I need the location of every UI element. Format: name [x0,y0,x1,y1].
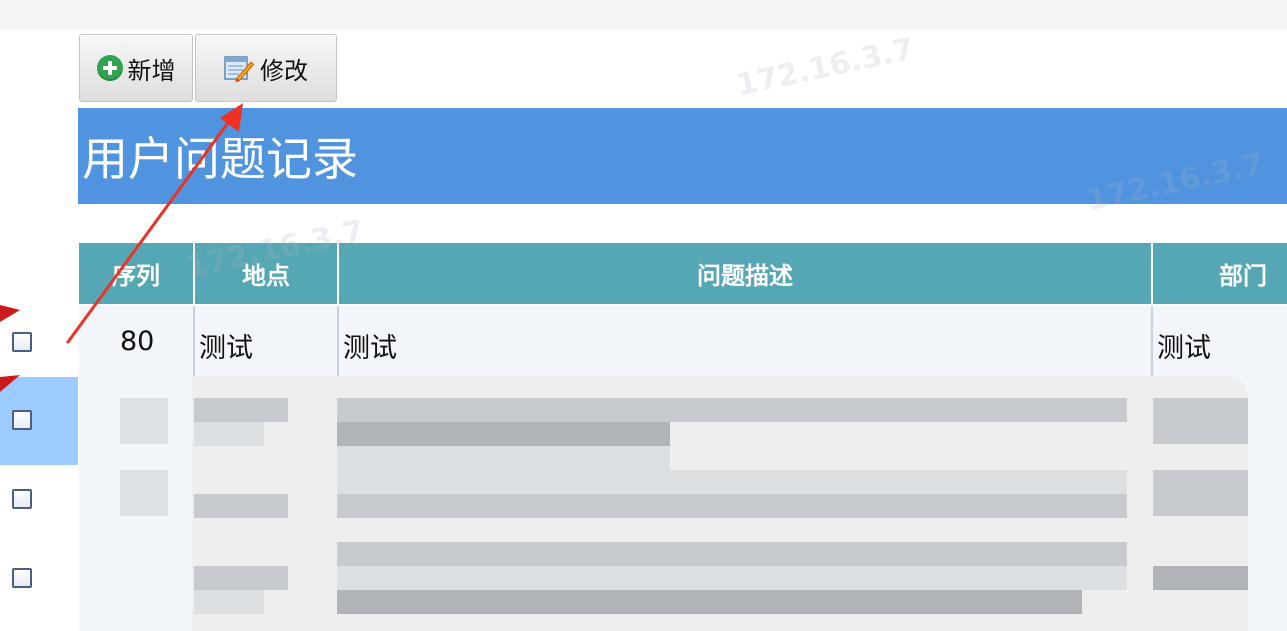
cell-location: 测试 [199,333,253,364]
row-checkbox[interactable] [12,410,32,430]
page-title-text: 用户问题记录 [82,132,358,186]
edit-form-icon [224,56,254,82]
redacted-block [337,566,1127,590]
row-checkbox[interactable] [12,568,32,588]
row-checkbox[interactable] [12,489,32,509]
redacted-block [120,398,168,444]
redacted-block [1153,470,1248,516]
add-button[interactable]: 新增 [79,34,193,102]
cell-department: 测试 [1157,333,1211,364]
column-header-location[interactable]: 地点 [195,243,337,304]
edit-button[interactable]: 修改 [195,34,337,102]
redacted-block [120,470,168,516]
redacted-block [337,494,1127,518]
cell-seq: 80 [120,326,155,357]
column-header-department[interactable]: 部门 [1153,243,1287,304]
column-divider [1151,306,1153,376]
redacted-block [194,422,264,446]
redacted-block [1153,398,1248,444]
redacted-block [1153,566,1248,590]
redacted-block [337,470,1127,494]
redacted-block [194,398,288,422]
column-divider [337,306,339,376]
edit-button-label: 修改 [260,56,308,85]
redacted-block [194,494,288,518]
column-header-seq[interactable]: 序列 [79,243,193,304]
page-title: 用户问题记录 [78,108,1287,204]
redacted-block [337,542,1127,566]
row-checkbox[interactable] [12,332,32,352]
column-divider [193,306,195,376]
watermark: 172.16.3.7 [733,31,917,104]
top-strip [0,0,1287,30]
add-button-label: 新增 [127,56,176,85]
plus-circle-icon [96,55,123,81]
cell-description: 测试 [343,333,397,364]
column-header-description[interactable]: 问题描述 [339,243,1151,304]
redacted-block [337,590,1082,614]
redacted-block [194,590,264,614]
redacted-block [337,422,670,446]
redacted-block [337,446,670,470]
redacted-block [194,566,288,590]
redacted-block [337,398,1127,422]
